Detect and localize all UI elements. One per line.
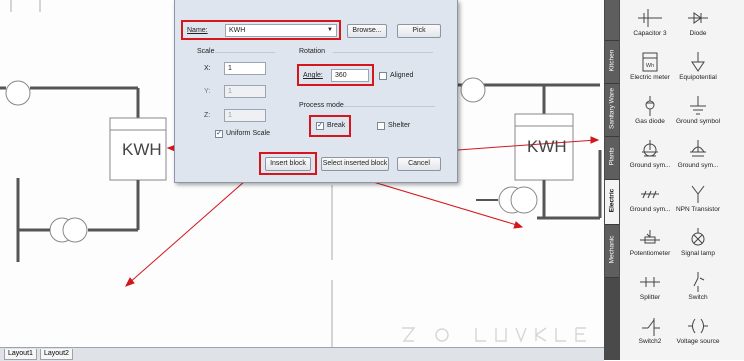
- palette-item-label: Equipotential: [679, 74, 717, 81]
- voltage-source-icon: [688, 318, 708, 334]
- npn-transistor-icon: [691, 185, 705, 203]
- y-scale-input[interactable]: 1: [224, 85, 266, 98]
- aligned-checkbox[interactable]: [379, 72, 387, 80]
- rotation-title: Rotation: [299, 48, 326, 55]
- palette-item[interactable]: Switch2: [627, 314, 673, 345]
- ground-symbol-icon: [690, 96, 706, 115]
- palette-item-label: NPN Transistor: [675, 206, 721, 213]
- uniform-scale-checkbox[interactable]: ✓: [215, 130, 223, 138]
- switch-icon: [693, 272, 705, 292]
- tool-palette: Capacitor 3 Diode Wh Electric meter Equipote…: [604, 0, 744, 360]
- palette-item-label: Signal lamp: [681, 250, 715, 257]
- palette-item[interactable]: Signal lamp: [675, 226, 721, 257]
- palette-item-label: Voltage source: [676, 338, 720, 345]
- z-label: Z:: [204, 112, 211, 119]
- equipotential-icon: [691, 52, 705, 72]
- y-label: Y:: [204, 88, 211, 95]
- x-scale-input[interactable]: 1: [224, 62, 266, 75]
- palette-item[interactable]: Wh Electric meter: [627, 50, 673, 81]
- uniform-scale-label: Uniform Scale: [226, 130, 270, 137]
- palette-item-label: Switch: [688, 294, 708, 301]
- switch2-icon: [642, 318, 660, 336]
- tab-mechanic[interactable]: Mechanic: [605, 225, 619, 278]
- palette-item-label: Ground sym...: [677, 162, 719, 169]
- watermark: [400, 324, 600, 347]
- palette-tabs: Kitchen Sanitary Ware Plants Electric Me…: [604, 0, 620, 360]
- tab-layout2[interactable]: Layout2: [40, 349, 73, 360]
- electric-meter-icon: Wh: [642, 52, 658, 72]
- palette-item[interactable]: Diode: [675, 6, 721, 37]
- palette-item-label: Gas diode: [635, 118, 665, 125]
- palette-item-label: Potentiometer: [629, 250, 671, 257]
- tab-layout1[interactable]: Layout1: [4, 349, 37, 360]
- diode-icon: [688, 12, 708, 24]
- gas-diode-icon: [645, 96, 655, 116]
- process-mode-title: Process mode: [299, 102, 344, 109]
- select-inserted-block-button[interactable]: Select inserted block: [321, 157, 389, 171]
- palette-item[interactable]: NPN Transistor: [675, 182, 721, 213]
- palette-item[interactable]: Splitter: [627, 270, 673, 301]
- palette-item[interactable]: Ground sym...: [627, 182, 673, 213]
- kwh-label-left: KWH: [122, 140, 162, 159]
- palette-item[interactable]: Ground sym...: [675, 138, 721, 169]
- palette-item[interactable]: Capacitor 3: [627, 6, 673, 37]
- aligned-label: Aligned: [390, 72, 414, 79]
- scale-title: Scale: [197, 48, 215, 55]
- palette-item-label: Splitter: [639, 294, 661, 301]
- palette-item[interactable]: Switch: [675, 270, 721, 301]
- kwh-label-right: KWH: [527, 137, 567, 156]
- insert-highlight: [259, 152, 317, 175]
- angle-highlight: [297, 64, 374, 86]
- palette-item-label: Ground symbol: [675, 118, 721, 125]
- palette-item[interactable]: Equipotential: [675, 50, 721, 81]
- palette-item-label: Ground sym...: [629, 206, 671, 213]
- shelter-checkbox[interactable]: [377, 122, 385, 130]
- palette-item-label: Switch2: [638, 338, 662, 345]
- x-label: X:: [204, 65, 211, 72]
- insert-block-dialog: Name: KWH ▼ Browse... Pick Scale Rotatio…: [174, 0, 458, 183]
- name-highlight: [181, 20, 341, 40]
- palette-item-label: Diode: [689, 30, 707, 37]
- palette-item[interactable]: Ground symbol: [675, 94, 721, 125]
- signal-lamp-icon: [691, 228, 705, 246]
- palette-item-label: Capacitor 3: [633, 30, 667, 37]
- ground-symbol-4-icon: [641, 190, 659, 199]
- browse-button[interactable]: Browse...: [347, 24, 387, 38]
- palette-item-label: Ground sym...: [629, 162, 671, 169]
- shelter-label: Shelter: [388, 122, 411, 129]
- capacitor-icon: [638, 9, 662, 27]
- ground-symbol-2-icon: [642, 140, 658, 157]
- palette-item-label: Electric meter: [630, 74, 670, 81]
- splitter-icon: [640, 277, 660, 287]
- cancel-button[interactable]: Cancel: [397, 157, 441, 171]
- pick-button[interactable]: Pick: [397, 24, 441, 38]
- potentiometer-icon: [640, 230, 660, 244]
- ground-symbol-3-icon: [690, 140, 706, 157]
- z-scale-input[interactable]: 1: [224, 109, 266, 122]
- break-highlight: [309, 115, 351, 137]
- layout-tab-bar: Layout1 Layout2: [0, 347, 604, 361]
- tab-electric[interactable]: Electric: [605, 180, 619, 225]
- palette-item[interactable]: Voltage source: [675, 314, 721, 345]
- svg-text:Wh: Wh: [646, 63, 654, 69]
- palette-item[interactable]: Gas diode: [627, 94, 673, 125]
- palette-item[interactable]: Ground sym...: [627, 138, 673, 169]
- palette-item[interactable]: Potentiometer: [627, 226, 673, 257]
